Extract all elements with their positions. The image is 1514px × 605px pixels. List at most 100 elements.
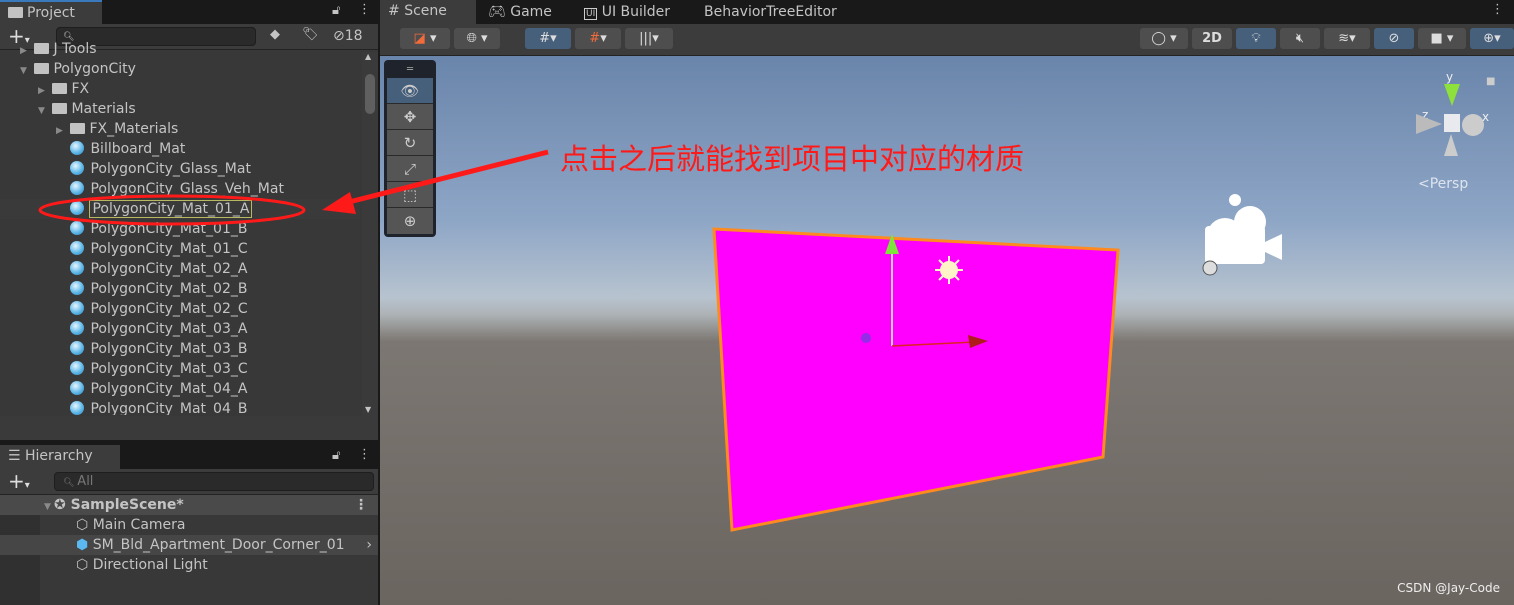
material-item[interactable]: PolygonCity_Mat_03_B	[0, 339, 360, 359]
scale-tool[interactable]: ⤢	[387, 156, 433, 182]
directional-light-icon	[935, 256, 963, 284]
folder-item[interactable]: ▶ FX	[0, 79, 360, 99]
material-item[interactable]: Billboard_Mat	[0, 139, 360, 159]
material-item[interactable]: PolygonCity_Glass_Veh_Mat	[0, 179, 360, 199]
material-item[interactable]: PolygonCity_Glass_Mat	[0, 159, 360, 179]
material-item[interactable]: PolygonCity_Mat_02_B	[0, 279, 360, 299]
material-icon	[70, 141, 85, 155]
material-icon	[70, 261, 85, 275]
folder-item[interactable]: ▼ Materials	[0, 99, 360, 119]
annotation-text: 点击之后就能找到项目中对应的材质	[560, 142, 1025, 176]
material-item[interactable]: PolygonCity_Mat_04_B	[0, 399, 360, 415]
material-icon	[70, 341, 85, 355]
snap-toggle[interactable]: #▾	[575, 28, 621, 49]
material-item[interactable]: PolygonCity_Mat_02_A	[0, 259, 360, 279]
more-menu-icon[interactable]: ⋮	[358, 447, 371, 462]
folder-icon	[34, 43, 50, 54]
hierarchy-item[interactable]: ⬡ Directional Light	[0, 555, 360, 575]
material-item[interactable]: PolygonCity_Mat_03_C	[0, 359, 360, 379]
hierarchy-item-selected[interactable]: ⬢ SM_Bld_Apartment_Door_Corner_01 ›	[0, 535, 378, 555]
grid-toggle[interactable]: #▾	[525, 28, 571, 49]
tab-hierarchy[interactable]: ☰ Hierarchy	[0, 445, 120, 469]
hierarchy-search-input[interactable]: 🔍︎ All	[54, 472, 374, 491]
orientation-gizmo[interactable]: y z x	[1410, 70, 1490, 180]
gamepad-icon: 🎮︎	[488, 4, 511, 20]
transform-tool[interactable]: ⊕	[387, 208, 433, 234]
collapse-arrow-icon[interactable]: ▶	[38, 81, 48, 101]
lock-icon[interactable]: ■	[1486, 76, 1495, 87]
material-item[interactable]: PolygonCity_Mat_01_A	[0, 199, 360, 219]
material-icon	[70, 381, 85, 395]
material-item[interactable]: PolygonCity_Mat_02_C	[0, 299, 360, 319]
ui-icon: UI	[584, 8, 598, 20]
global-local-dropdown[interactable]: 🌐︎ ▾	[454, 28, 500, 49]
gameobject-icon: ⬡	[76, 557, 93, 573]
folder-icon	[52, 103, 68, 114]
search-icon: 🔍︎	[63, 478, 78, 488]
more-menu-icon[interactable]: ⋮	[358, 2, 371, 17]
folder-icon	[34, 63, 50, 74]
scene-row[interactable]: ▼ ✪ SampleScene* ⋮	[0, 495, 378, 515]
rotate-tool[interactable]: ↻	[387, 130, 433, 156]
collapse-arrow-icon[interactable]: ▶	[56, 121, 66, 141]
scene-visibility-toggle[interactable]: ⊘	[1374, 28, 1414, 49]
material-icon	[70, 201, 85, 215]
material-item[interactable]: PolygonCity_Mat_01_B	[0, 219, 360, 239]
folder-icon	[70, 123, 86, 134]
draw-mode-dropdown[interactable]: ◪ ▾	[400, 28, 450, 49]
projection-toggle[interactable]: <Persp	[1418, 176, 1468, 192]
expand-arrow-icon[interactable]: ▼	[20, 61, 30, 81]
folder-item[interactable]: ▶ J Tools	[0, 39, 360, 59]
tab-behavior-tree-editor[interactable]: BehaviorTreeEditor	[696, 0, 845, 24]
tab-project[interactable]: Project	[0, 0, 102, 24]
gizmos-dropdown[interactable]: ⊕▾	[1470, 28, 1514, 49]
prefab-icon: ⬢	[76, 537, 93, 553]
folder-icon	[52, 83, 68, 94]
material-icon	[70, 241, 85, 255]
project-scrollbar[interactable]: ▲ ▼	[362, 52, 378, 416]
material-item[interactable]: PolygonCity_Mat_04_A	[0, 379, 360, 399]
watermark: CSDN @Jay-Code	[1397, 581, 1500, 595]
2d-toggle[interactable]: 2D	[1192, 28, 1232, 49]
material-icon	[70, 281, 85, 295]
material-icon	[70, 401, 85, 415]
rect-tool[interactable]: ⬚	[387, 182, 433, 208]
scene-panel: # Scene 🎮︎ Game UI UI Builder BehaviorTr…	[380, 0, 1514, 605]
tab-game[interactable]: 🎮︎ Game	[480, 0, 560, 24]
expand-arrow-icon[interactable]: ▼	[38, 101, 48, 121]
view-tool[interactable]: 👁︎	[387, 78, 433, 104]
lock-icon[interactable]: 🔓︎	[332, 448, 340, 463]
camera-dropdown[interactable]: ■ ▾	[1418, 28, 1466, 49]
folder-icon	[8, 7, 23, 18]
shading-mode-dropdown[interactable]: ◯ ▾	[1140, 28, 1188, 49]
unity-scene-icon: ✪	[54, 497, 71, 513]
material-icon	[70, 181, 85, 195]
material-item[interactable]: PolygonCity_Mat_01_C	[0, 239, 360, 259]
material-icon	[70, 301, 85, 315]
tab-ui-builder[interactable]: UI UI Builder	[576, 0, 678, 24]
folder-item[interactable]: ▶ FX_Materials	[0, 119, 360, 139]
audio-toggle[interactable]: 🔇︎	[1280, 28, 1320, 49]
folder-item[interactable]: ▼ PolygonCity	[0, 59, 360, 79]
camera-icon	[1205, 194, 1282, 264]
hash-icon: #	[388, 3, 405, 19]
project-tree: ▶ J Tools ▼ PolygonCity ▶ FX ▼ Materials ▶ F…	[0, 39, 378, 415]
project-panel: Project 🔓︎ ⋮ +▾ 🔍︎ ◆ 🏷︎ ⊘18 ▶ J Tools ▼ P…	[0, 0, 378, 440]
material-item[interactable]: PolygonCity_Mat_03_A	[0, 319, 360, 339]
increment-snap-dropdown[interactable]: |||▾	[625, 28, 673, 49]
tab-scene[interactable]: # Scene	[380, 0, 476, 24]
more-menu-icon[interactable]: ⋮	[1491, 2, 1504, 17]
gameobject-icon: ⬡	[76, 517, 93, 533]
material-icon	[70, 361, 85, 375]
lock-icon[interactable]: 🔓︎	[332, 3, 340, 18]
material-icon	[70, 221, 85, 235]
create-button[interactable]: +▾	[8, 469, 30, 493]
tools-overlay: ═ 👁︎ ✥ ↻ ⤢ ⬚ ⊕	[384, 60, 436, 237]
effects-dropdown[interactable]: ≋▾	[1324, 28, 1370, 49]
collapse-arrow-icon[interactable]: ▶	[20, 41, 30, 61]
move-tool[interactable]: ✥	[387, 104, 433, 130]
chevron-right-icon[interactable]: ›	[366, 535, 372, 555]
material-icon	[70, 161, 85, 175]
hierarchy-item[interactable]: ⬡ Main Camera	[0, 515, 360, 535]
lighting-toggle[interactable]: 💡︎	[1236, 28, 1276, 49]
